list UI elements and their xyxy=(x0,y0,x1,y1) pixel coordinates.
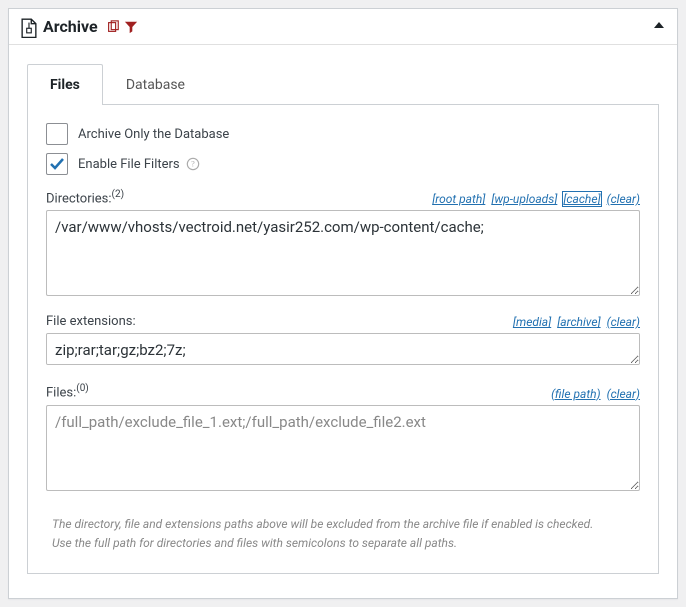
svg-text:?: ? xyxy=(191,160,195,169)
file-archive-icon xyxy=(21,18,37,36)
field-directories: Directories:(2) [root path] [wp-uploads]… xyxy=(46,189,640,300)
footnote-line1: The directory, file and extensions paths… xyxy=(52,515,640,534)
label-directories: Directories:(2) xyxy=(46,189,124,206)
tabs: Files Database xyxy=(27,63,659,104)
textarea-files[interactable] xyxy=(46,405,640,491)
links-directories: [root path] [wp-uploads] [cache] (clear) xyxy=(429,192,640,206)
tab-content-files: Archive Only the Database Enable File Fi… xyxy=(27,104,659,574)
label-files: Files:(0) xyxy=(46,383,89,400)
panel-body: Files Database Archive Only the Database… xyxy=(9,45,677,598)
link-ext-clear[interactable]: (clear) xyxy=(607,315,640,329)
footnote-line2: Use the full path for directories and fi… xyxy=(52,534,640,553)
row-enable-file-filters: Enable File Filters ? xyxy=(46,153,640,175)
label-archive-only-db: Archive Only the Database xyxy=(78,127,229,142)
field-files: Files:(0) (file path) (clear) xyxy=(46,383,640,494)
link-file-path[interactable]: (file path) xyxy=(551,387,601,401)
checkbox-archive-only-db[interactable] xyxy=(46,123,68,145)
links-files: (file path) (clear) xyxy=(548,387,640,401)
link-media[interactable]: [media] xyxy=(513,315,551,329)
link-dirs-clear[interactable]: (clear) xyxy=(607,192,640,206)
checkbox-enable-file-filters[interactable] xyxy=(46,153,68,175)
label-extensions: File extensions: xyxy=(46,314,136,329)
panel-title: Archive xyxy=(43,17,98,36)
textarea-directories[interactable] xyxy=(46,210,640,296)
label-enable-file-filters: Enable File Filters xyxy=(78,157,180,172)
row-archive-only-db: Archive Only the Database xyxy=(46,123,640,145)
links-extensions: [media] [archive] (clear) xyxy=(510,315,640,329)
textarea-extensions[interactable] xyxy=(46,333,640,365)
link-archive[interactable]: [archive] xyxy=(557,315,600,329)
link-root-path[interactable]: [root path] xyxy=(432,192,485,206)
help-icon[interactable]: ? xyxy=(186,157,200,171)
copy-icon[interactable] xyxy=(106,20,120,34)
panel-header: Archive xyxy=(9,9,677,45)
tab-database[interactable]: Database xyxy=(103,64,208,105)
footnote: The directory, file and extensions paths… xyxy=(46,515,640,553)
field-extensions: File extensions: [media] [archive] (clea… xyxy=(46,314,640,369)
collapse-toggle[interactable] xyxy=(653,19,665,35)
archive-panel: Archive Files Database Archive Only the … xyxy=(8,8,678,599)
tab-files[interactable]: Files xyxy=(27,64,103,105)
link-files-clear[interactable]: (clear) xyxy=(607,387,640,401)
filter-funnel-icon[interactable] xyxy=(124,20,138,34)
link-cache[interactable]: [cache] xyxy=(563,192,600,206)
link-wp-uploads[interactable]: [wp-uploads] xyxy=(491,192,557,206)
